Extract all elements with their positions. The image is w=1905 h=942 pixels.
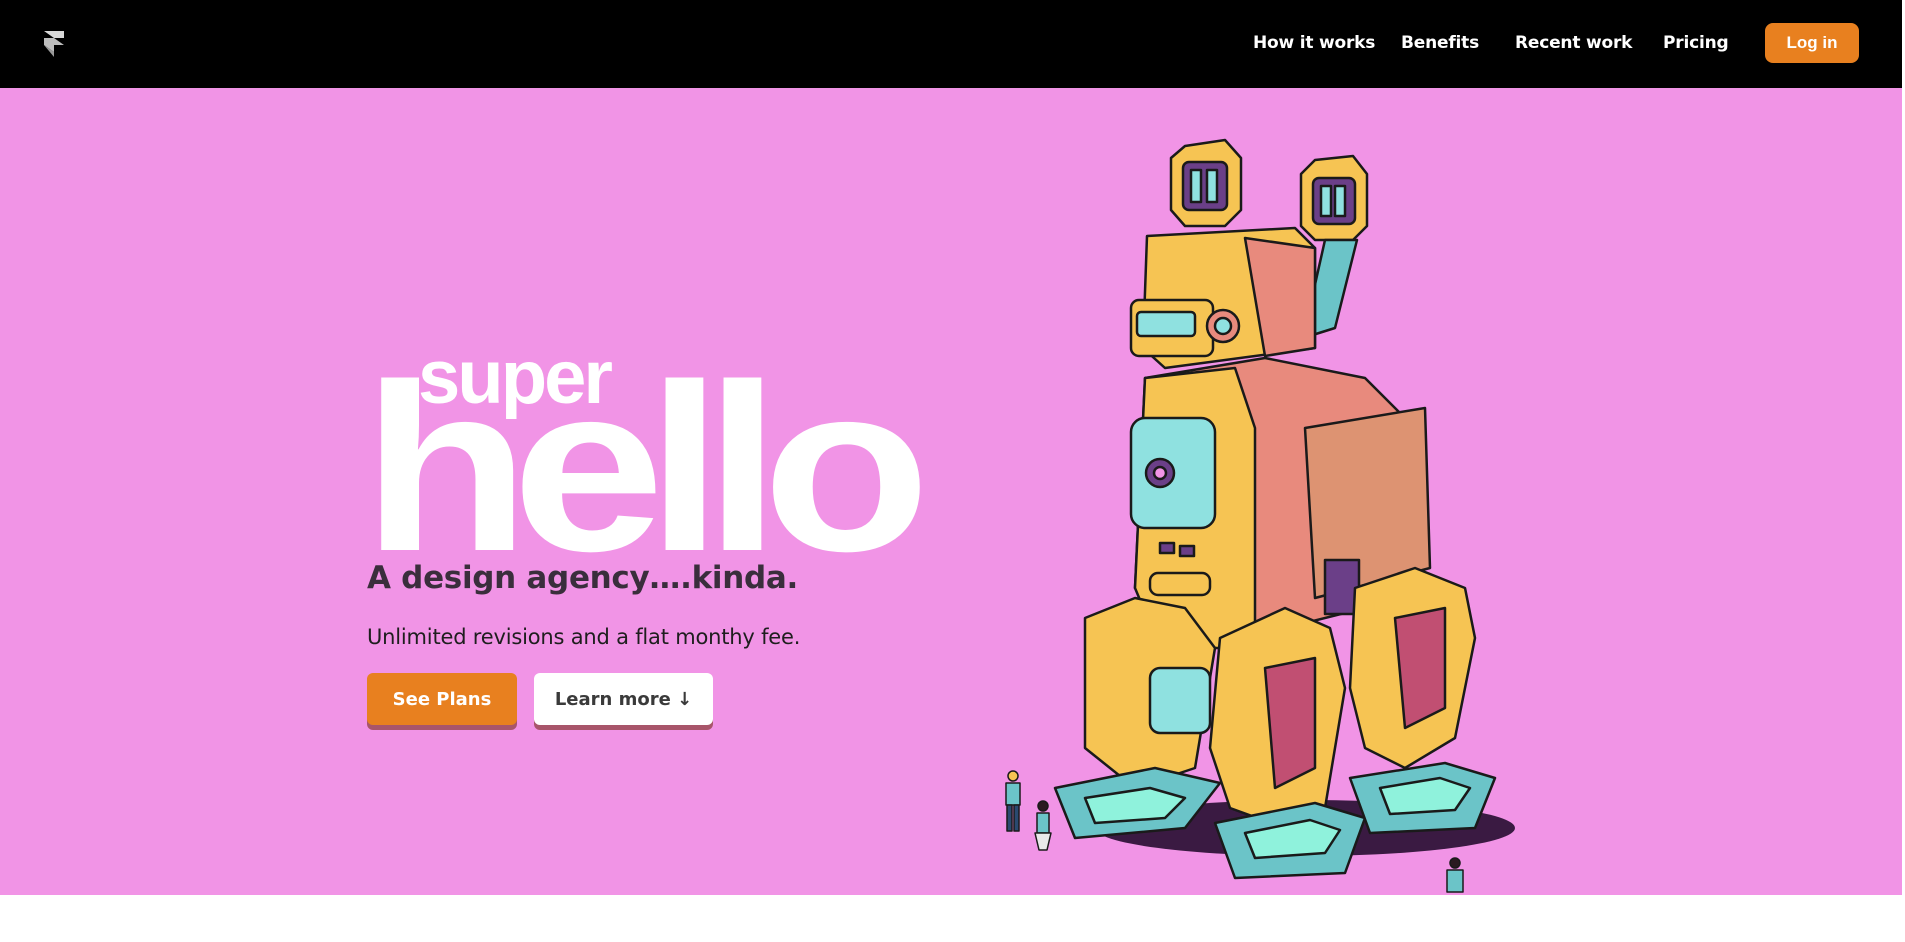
- see-plans-button[interactable]: See Plans: [367, 673, 517, 725]
- nav-link-recent-work[interactable]: Recent work: [1515, 33, 1632, 53]
- nav-link-how-it-works[interactable]: How it works: [1253, 33, 1375, 53]
- login-button[interactable]: Log in: [1765, 23, 1859, 63]
- hero-subtext: Unlimited revisions and a flat monthy fe…: [367, 625, 801, 649]
- hero-tagline: A design agency….kinda.: [367, 560, 798, 596]
- brand-wordmark: super hello: [366, 338, 926, 558]
- robot-head: [1129, 226, 1317, 370]
- nav-link-benefits[interactable]: Benefits: [1401, 33, 1479, 53]
- framer-logo-icon[interactable]: [44, 31, 64, 57]
- top-navbar: How it works Benefits Recent work Pricin…: [0, 0, 1902, 88]
- robot-illustration: [1005, 138, 1515, 893]
- learn-more-button[interactable]: Learn more ↓: [534, 673, 713, 725]
- brand-hello-text: hello: [366, 338, 921, 558]
- hero-section: super hello A design agency….kinda. Unli…: [0, 88, 1902, 895]
- nav-link-pricing[interactable]: Pricing: [1663, 33, 1729, 53]
